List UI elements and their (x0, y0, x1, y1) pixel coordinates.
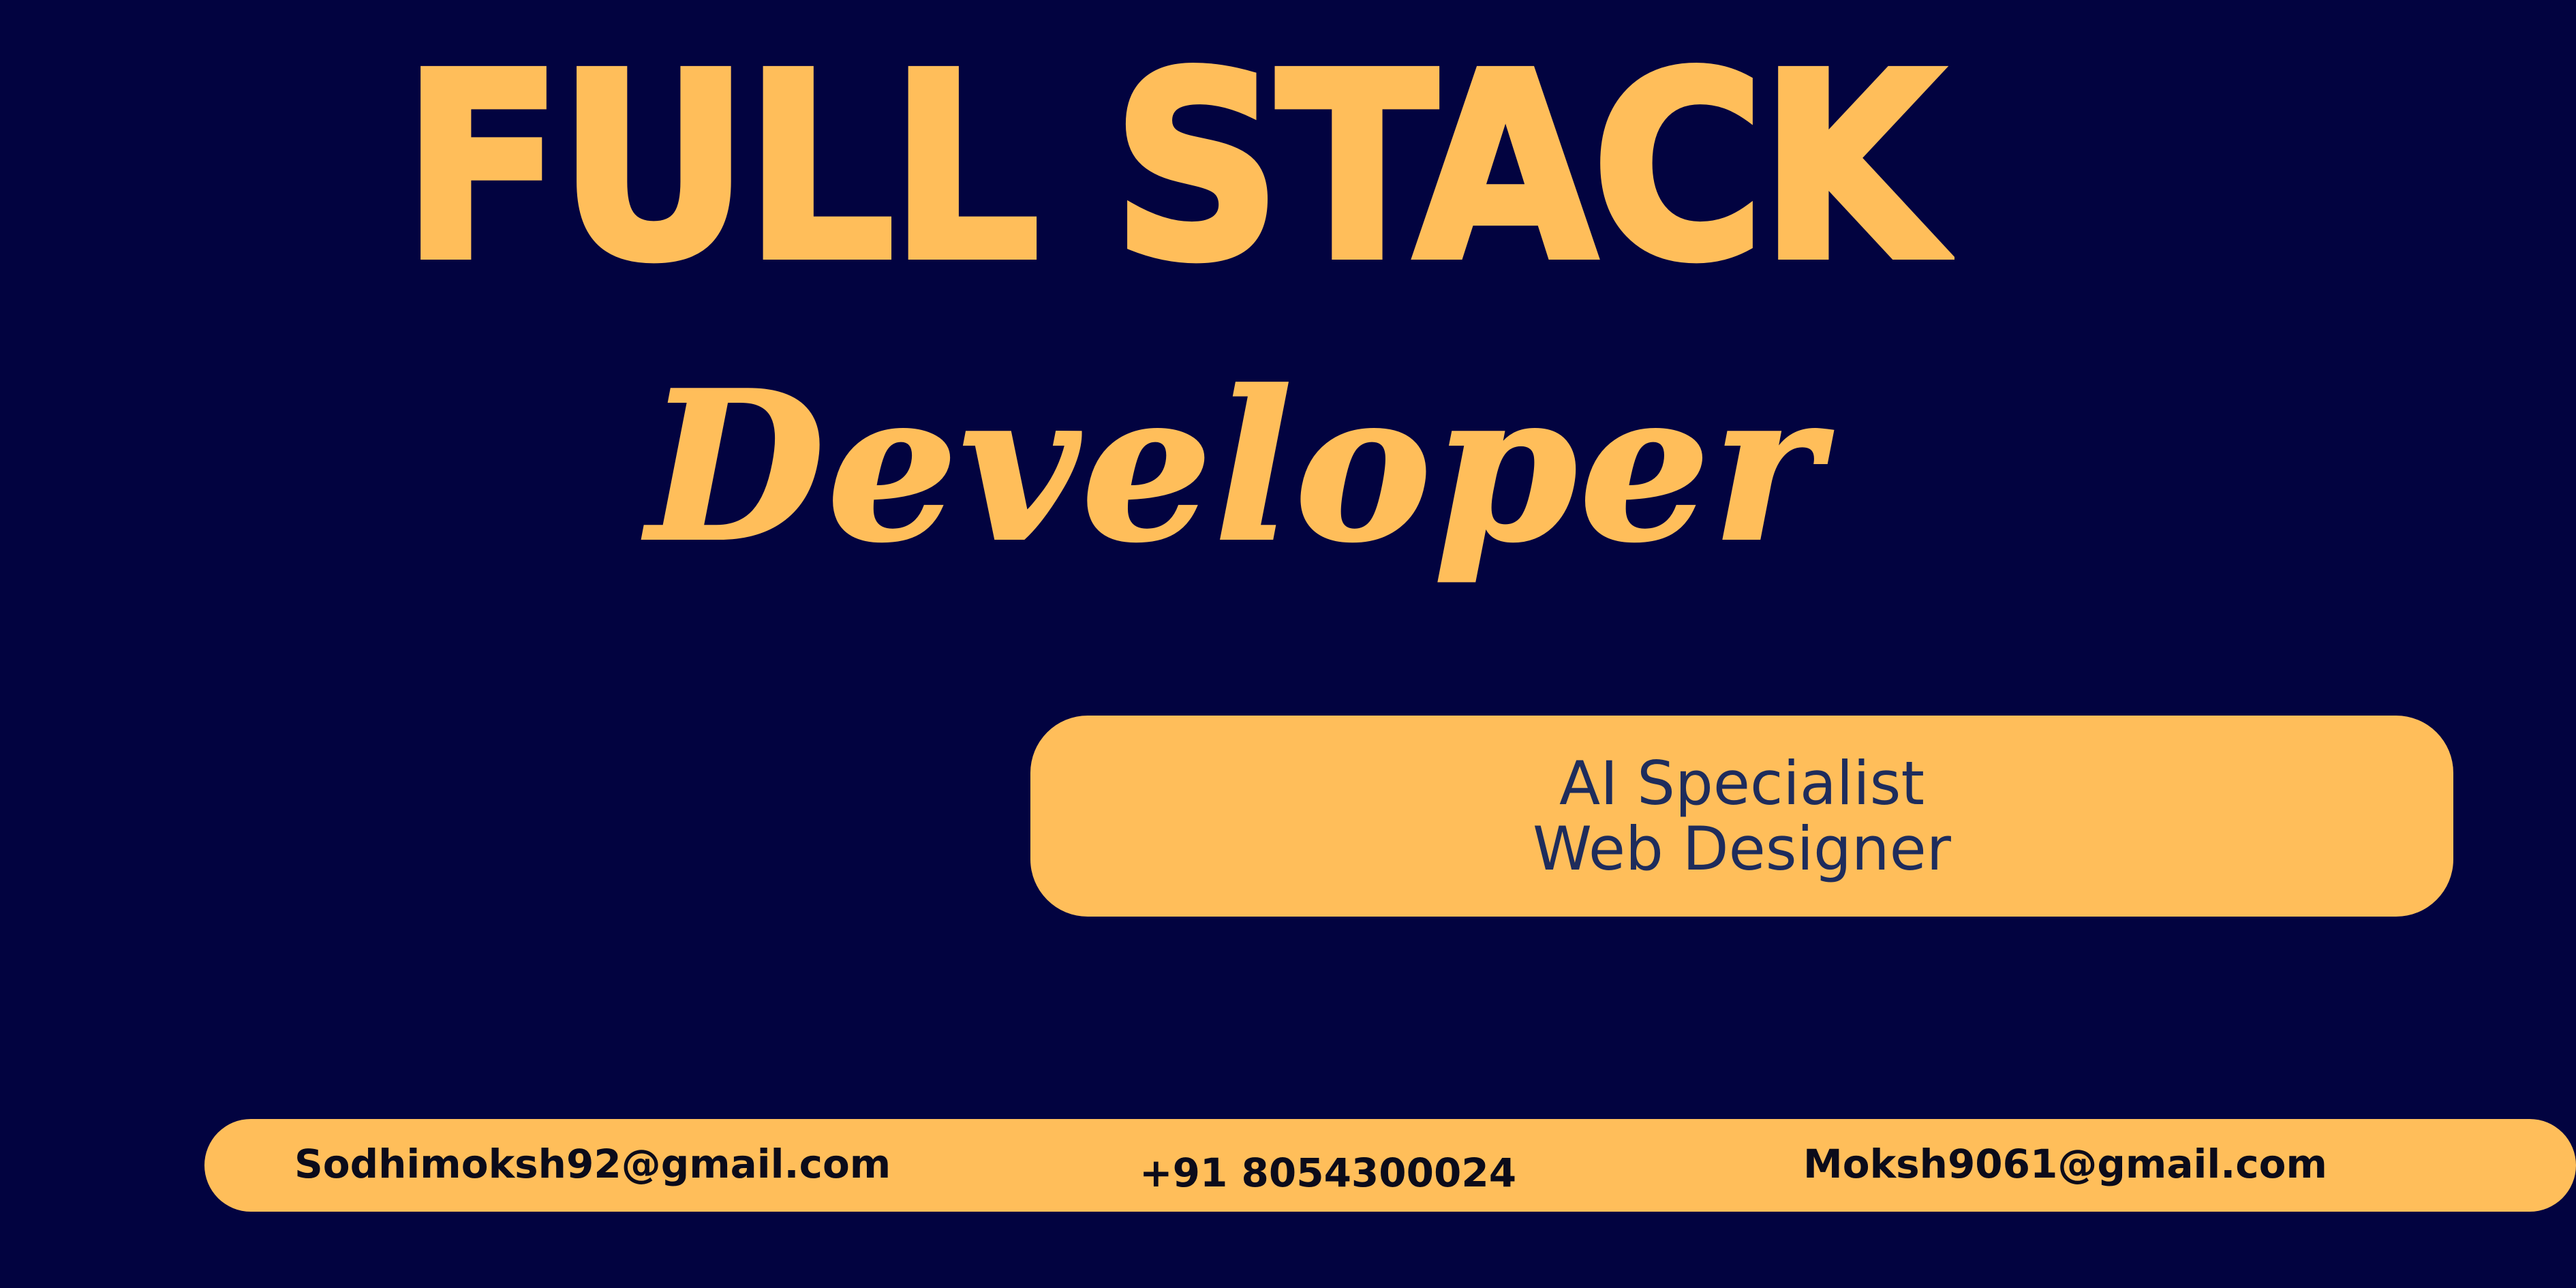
banner: FULL STACK Developer AI Specialist Web D… (0, 0, 2576, 1288)
role-ai-specialist: AI Specialist (1559, 748, 1925, 818)
roles-pill: AI Specialist Web Designer (1030, 716, 2453, 917)
contact-bar: Sodhimoksh92@gmail.com +91 8054300024 Mo… (204, 1119, 2576, 1212)
headline-full-stack: FULL STACK (399, 18, 1945, 317)
contact-phone: +91 8054300024 (1139, 1150, 1517, 1196)
role-web-designer: Web Designer (1533, 813, 1951, 884)
contact-email-secondary: Moksh9061@gmail.com (1803, 1141, 2327, 1187)
subtitle-developer: Developer (646, 346, 1823, 587)
contact-email-primary: Sodhimoksh92@gmail.com (294, 1141, 891, 1187)
